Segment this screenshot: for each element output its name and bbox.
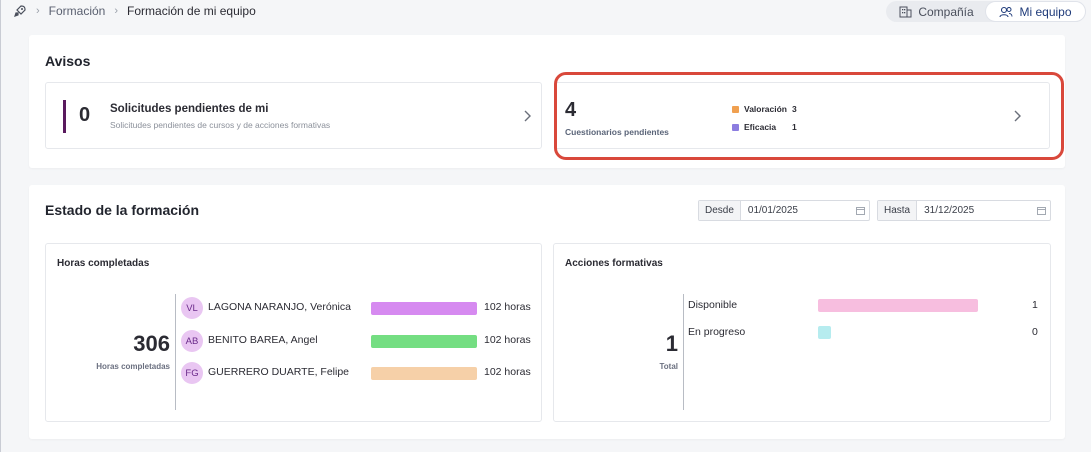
solicitudes-subtitle: Solicitudes pendientes de cursos y de ac…: [110, 120, 331, 130]
highlight-outline: [554, 72, 1064, 160]
building-icon: [899, 6, 912, 17]
hasta-value[interactable]: 31/12/2025: [917, 201, 1032, 220]
view-toggle: Compañía Mi equipo: [886, 1, 1086, 22]
person-row: AB BENITO BAREA, Angel 102 horas: [181, 330, 541, 352]
breadcrumb-formacion[interactable]: Formación: [49, 4, 106, 18]
status-value: 1: [1032, 299, 1038, 311]
toggle-compania-label: Compañía: [918, 4, 974, 19]
person-row: VL LAGONA NARANJO, Verónica 102 horas: [181, 297, 541, 319]
desde-label: Desde: [699, 201, 741, 220]
rocket-icon[interactable]: [13, 4, 27, 18]
acciones-total: 1: [665, 331, 678, 356]
status-label: Disponible: [688, 299, 738, 311]
toggle-compania[interactable]: Compañía: [887, 2, 986, 21]
avatar: AB: [181, 330, 203, 352]
person-name: GUERRERO DUARTE, Felipe: [208, 366, 350, 378]
top-bar: › Formación › Formación de mi equipo Com…: [1, 0, 1091, 24]
hours-value: 102 horas: [484, 366, 531, 378]
divider: [175, 294, 176, 410]
hours-bar: [371, 367, 477, 380]
desde-value[interactable]: 01/01/2025: [741, 201, 851, 220]
acciones-total-label: Total: [659, 362, 678, 371]
chevron-right-icon: ›: [114, 5, 119, 17]
horas-total-label: Horas completadas: [96, 362, 170, 371]
estado-formacion-card: Estado de la formación Desde 01/01/2025 …: [29, 185, 1065, 439]
calendar-icon[interactable]: [1032, 201, 1050, 220]
breadcrumb-current: Formación de mi equipo: [127, 4, 256, 18]
accent-bar: [63, 100, 66, 133]
hours-bar: [371, 302, 477, 315]
divider: [683, 294, 684, 410]
solicitudes-title: Solicitudes pendientes de mi: [110, 103, 269, 115]
chevron-right-icon: ›: [36, 5, 40, 17]
status-row: Disponible 1: [688, 299, 1048, 313]
horas-total: 306: [133, 331, 170, 356]
person-name: LAGONA NARANJO, Verónica: [208, 301, 351, 313]
person-name: BENITO BAREA, Angel: [208, 334, 318, 346]
avisos-title: Avisos: [45, 53, 91, 69]
hasta-label: Hasta: [878, 201, 918, 220]
avatar: FG: [181, 362, 203, 384]
breadcrumb: › Formación › Formación de mi equipo: [13, 4, 256, 18]
estado-title: Estado de la formación: [45, 202, 200, 218]
status-label: En progreso: [688, 326, 746, 338]
solicitudes-count: 0: [79, 104, 91, 126]
horas-completadas-panel: Horas completadas 306 Horas completadas …: [45, 243, 542, 422]
status-value: 0: [1032, 326, 1038, 338]
hours-value: 102 horas: [484, 301, 531, 313]
toggle-mi-equipo-label: Mi equipo: [1019, 4, 1072, 19]
status-bar: [818, 326, 831, 339]
acciones-title: Acciones formativas: [565, 258, 663, 269]
hours-value: 102 horas: [484, 334, 531, 346]
avatar: VL: [181, 297, 203, 319]
chevron-right-icon[interactable]: [524, 110, 531, 122]
status-bar: [818, 299, 978, 312]
calendar-icon[interactable]: [851, 201, 869, 220]
solicitudes-pendientes-panel[interactable]: 0 Solicitudes pendientes de mi Solicitud…: [45, 82, 542, 149]
users-icon: [999, 6, 1013, 17]
horas-title: Horas completadas: [57, 258, 150, 269]
acciones-formativas-panel: Acciones formativas 1 Total Disponible 1…: [553, 243, 1051, 422]
person-row: FG GUERRERO DUARTE, Felipe 102 horas: [181, 362, 541, 384]
hours-bar: [371, 335, 477, 348]
hasta-date-field[interactable]: Hasta 31/12/2025: [877, 200, 1051, 221]
status-row: En progreso 0: [688, 326, 1048, 340]
desde-date-field[interactable]: Desde 01/01/2025: [698, 200, 870, 221]
toggle-mi-equipo[interactable]: Mi equipo: [986, 2, 1085, 21]
